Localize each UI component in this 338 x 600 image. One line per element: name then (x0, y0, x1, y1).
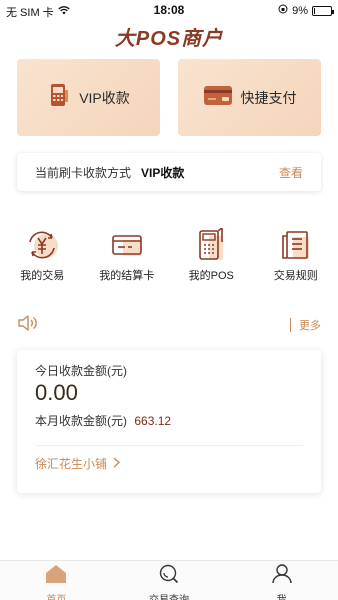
today-amount-value: 0.00 (35, 380, 78, 405)
bottom-tab-bar: 首页 交易查询 我 (0, 560, 338, 600)
transaction-rules-button[interactable]: 交易规则 (254, 228, 338, 288)
my-pos-label: 我的POS (188, 270, 234, 282)
mode-value: VIP收款 (141, 165, 185, 180)
transaction-rules-label: 交易规则 (273, 270, 318, 282)
tab-home[interactable]: 首页 (0, 561, 113, 600)
shop-link[interactable]: 徐汇花生小铺 (35, 455, 121, 472)
quick-payment-label: 快捷支付 (240, 89, 297, 106)
view-mode-link[interactable]: 查看 (279, 164, 303, 181)
document-icon (277, 228, 315, 262)
tab-home-label: 首页 (46, 591, 66, 600)
quick-payment-card[interactable]: 快捷支付 (178, 59, 321, 136)
my-settlement-card-button[interactable]: 我的结算卡 (85, 228, 170, 288)
my-transactions-button[interactable]: 我的交易 (0, 228, 85, 288)
shop-name: 徐汇花生小铺 (35, 457, 108, 471)
notice-row: 更多 (17, 314, 321, 336)
earnings-card: 今日收款金额(元) 0.00 本月收款金额(元) 663.12 徐汇花生小铺 (17, 350, 321, 493)
vip-payment-label: VIP收款 (79, 89, 130, 106)
bank-card-icon (108, 228, 146, 262)
status-right: 9% (278, 4, 334, 17)
today-amount-label: 今日收款金额(元) (35, 364, 127, 378)
tab-transaction-query-label: 交易查询 (149, 591, 189, 600)
tab-transaction-query[interactable]: 交易查询 (113, 561, 226, 600)
battery-icon (312, 5, 334, 16)
my-settlement-card-label: 我的结算卡 (99, 270, 155, 282)
tab-me[interactable]: 我 (225, 561, 338, 600)
yuan-cycle-icon (23, 228, 61, 262)
search-icon (158, 564, 180, 589)
current-payment-mode-bar[interactable]: 当前刷卡收款方式 VIP收款 查看 (17, 153, 321, 191)
status-bar: 无 SIM 卡 18:08 9% (0, 0, 338, 20)
app-header: 大POS商户 (0, 20, 338, 52)
function-grid: 我的交易 我的结算卡 我的POS 交易规则 (0, 228, 338, 288)
orientation-lock-icon (278, 4, 288, 17)
pos-machine-icon (192, 228, 230, 262)
month-amount-row: 本月收款金额(元) 663.12 (35, 412, 171, 429)
month-amount-label: 本月收款金额(元) (35, 414, 127, 428)
app-logo: 大POS商户 (114, 28, 224, 50)
month-amount-value: 663.12 (134, 414, 172, 428)
my-transactions-label: 我的交易 (20, 270, 65, 282)
more-link[interactable]: 更多 (299, 317, 321, 333)
battery-percent: 9% (292, 4, 308, 17)
tab-me-label: 我 (277, 591, 287, 600)
chevron-right-icon (113, 456, 121, 471)
credit-card-icon (203, 84, 233, 111)
more-divider (290, 318, 291, 332)
home-icon (45, 564, 67, 589)
user-icon (271, 564, 293, 589)
mode-label: 当前刷卡收款方式 (35, 165, 132, 180)
my-pos-button[interactable]: 我的POS (169, 228, 254, 288)
card-divider (35, 445, 303, 446)
pos-terminal-icon (47, 82, 71, 113)
speaker-icon[interactable] (17, 314, 39, 337)
vip-payment-card[interactable]: VIP收款 (17, 59, 160, 136)
battery-fill (314, 7, 315, 14)
